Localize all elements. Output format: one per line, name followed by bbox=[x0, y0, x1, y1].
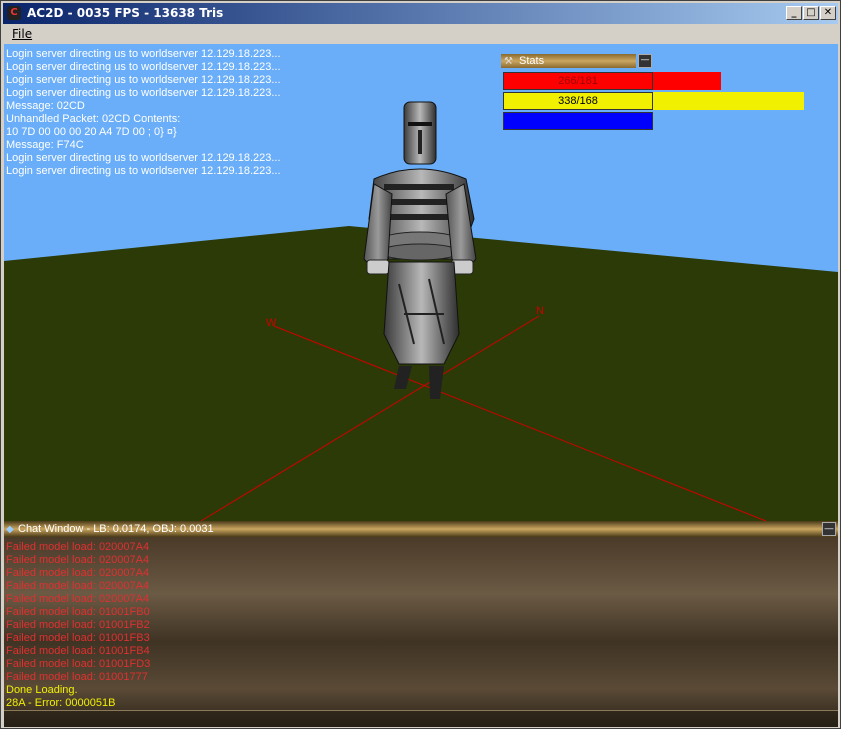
minimize-icon: — bbox=[824, 523, 834, 533]
chat-message: Failed model load: 01001777 bbox=[6, 671, 148, 683]
title-bar[interactable]: C AC2D - 0035 FPS - 13638 Tris _ □ ✕ bbox=[3, 3, 838, 24]
menu-bar: File bbox=[3, 25, 838, 43]
chat-minimize-button[interactable]: — bbox=[822, 522, 836, 536]
log-line: Message: F74C bbox=[6, 139, 84, 151]
stamina-bar: 338/168 bbox=[503, 92, 653, 110]
close-icon: ✕ bbox=[823, 7, 833, 18]
chat-message: Failed model load: 020007A4 bbox=[6, 541, 150, 553]
maximize-button[interactable]: □ bbox=[803, 6, 819, 20]
log-line: Login server directing us to worldserver… bbox=[6, 61, 281, 73]
chat-message: Failed model load: 01001FB3 bbox=[6, 632, 150, 644]
log-line: 10 7D 00 00 00 20 A4 7D 00 ; 0} ¤} bbox=[6, 126, 177, 138]
log-line: Message: 02CD bbox=[6, 100, 85, 112]
minimize-button[interactable]: _ bbox=[786, 6, 802, 20]
chat-message: Failed model load: 01001FB4 bbox=[6, 645, 150, 657]
maximize-icon: □ bbox=[806, 7, 816, 18]
mana-bar bbox=[503, 112, 653, 130]
chat-message: Failed model load: 01001FB2 bbox=[6, 619, 150, 631]
chat-message: Failed model load: 020007A4 bbox=[6, 554, 150, 566]
chat-icon: ◆ bbox=[6, 524, 14, 535]
stats-title: Stats bbox=[519, 55, 545, 67]
log-line: Login server directing us to worldserver… bbox=[6, 87, 281, 99]
log-line: Login server directing us to worldserver… bbox=[6, 48, 281, 60]
compass-west-label: W bbox=[266, 317, 277, 329]
chat-message: Failed model load: 020007A4 bbox=[6, 567, 150, 579]
compass-north-label: N bbox=[536, 305, 544, 317]
chat-message: Failed model load: 020007A4 bbox=[6, 593, 150, 605]
log-line: Login server directing us to worldserver… bbox=[6, 74, 281, 86]
stamina-value: 338/168 bbox=[558, 95, 598, 107]
app-window: C AC2D - 0035 FPS - 13638 Tris _ □ ✕ Fil… bbox=[0, 0, 841, 729]
health-bar: 266/181 bbox=[503, 72, 653, 90]
chat-messages: Failed model load: 020007A4 Failed model … bbox=[6, 541, 150, 710]
chat-body: Failed model load: 020007A4 Failed model … bbox=[4, 537, 838, 727]
chat-message: Failed model load: 01001FD3 bbox=[6, 658, 151, 670]
menu-file-label: File bbox=[12, 27, 33, 41]
stats-title-bar[interactable]: ⚒ Stats bbox=[501, 54, 636, 68]
chat-message: Failed model load: 01001FB0 bbox=[6, 606, 150, 618]
chat-message: Done Loading. bbox=[6, 684, 78, 696]
stats-minimize-button[interactable]: — bbox=[638, 54, 652, 68]
log-line: Unhandled Packet: 02CD Contents: bbox=[6, 113, 181, 125]
chat-message: Failed model load: 020007A4 bbox=[6, 580, 150, 592]
chat-message: 28A - Error: 0000051B bbox=[6, 697, 116, 709]
close-button[interactable]: ✕ bbox=[820, 6, 836, 20]
stamina-bar-overflow bbox=[653, 92, 804, 110]
minimize-icon: _ bbox=[791, 7, 797, 18]
game-viewport[interactable]: W N Login server directing us to worldse… bbox=[4, 44, 838, 727]
window-title: AC2D - 0035 FPS - 13638 Tris bbox=[27, 6, 224, 20]
chat-title: Chat Window - LB: 0.0174, OBJ: 0.0031 bbox=[18, 523, 214, 535]
health-value: 266/181 bbox=[558, 75, 598, 87]
wrench-icon: ⚒ bbox=[504, 56, 513, 67]
system-log: Login server directing us to worldserver… bbox=[6, 48, 281, 178]
chat-input[interactable] bbox=[4, 710, 838, 727]
health-bar-overflow bbox=[653, 72, 721, 90]
chat-window[interactable]: ◆ Chat Window - LB: 0.0174, OBJ: 0.0031 … bbox=[4, 521, 838, 727]
menu-file[interactable]: File bbox=[9, 26, 35, 42]
app-icon[interactable]: C bbox=[7, 6, 21, 20]
minimize-icon: — bbox=[640, 55, 650, 65]
chat-title-bar[interactable]: ◆ Chat Window - LB: 0.0174, OBJ: 0.0031 … bbox=[4, 521, 838, 537]
log-line: Login server directing us to worldserver… bbox=[6, 165, 281, 177]
log-line: Login server directing us to worldserver… bbox=[6, 152, 281, 164]
